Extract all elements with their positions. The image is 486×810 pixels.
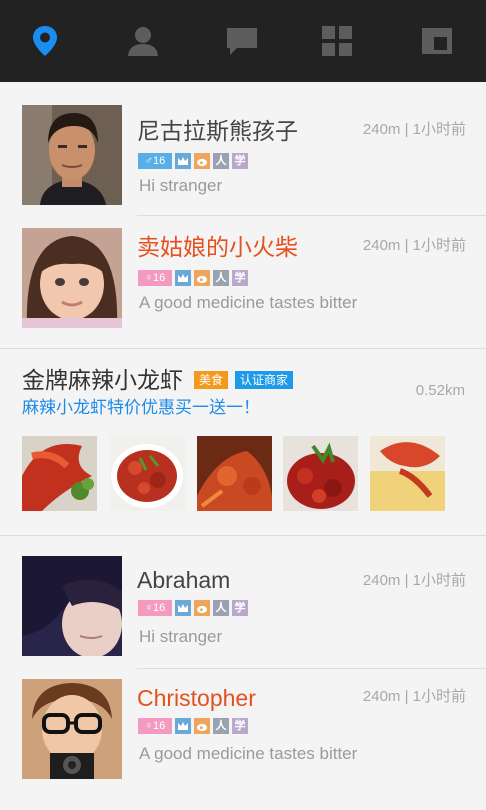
crown-icon — [175, 718, 191, 734]
person-name[interactable]: 卖姑娘的小火柴 — [137, 233, 298, 261]
person-name[interactable]: 尼古拉斯熊孩子 — [137, 117, 298, 145]
weibo-icon — [194, 270, 210, 286]
status-message: Hi stranger — [139, 627, 223, 646]
gender-age-badge: ♂16 — [138, 153, 172, 169]
location-pin-icon — [33, 26, 57, 56]
distance-time: 240m | 1小时前 — [362, 572, 466, 589]
grid-icon — [322, 26, 352, 56]
badge-row: ♀16 人 学 — [138, 600, 248, 616]
gender-age-badge: ♀16 — [138, 600, 172, 616]
tab-nearby[interactable] — [25, 22, 65, 60]
gender-age-badge: ♀16 — [138, 270, 172, 286]
person-name[interactable]: Christopher — [137, 684, 256, 712]
badge-row: ♀16 人 学 — [138, 718, 248, 734]
shop-photo[interactable] — [22, 436, 97, 511]
crown-icon — [175, 153, 191, 169]
nearby-feed: 尼古拉斯熊孩子 240m | 1小时前 ♂16 人 学 Hi stranger — [0, 82, 486, 810]
crown-icon — [175, 600, 191, 616]
gender-age-badge: ♀16 — [138, 718, 172, 734]
tab-more[interactable] — [417, 22, 457, 60]
person-badge: 人 — [213, 153, 229, 169]
person-badge: 人 — [213, 600, 229, 616]
shop-photo[interactable] — [283, 436, 358, 511]
divider — [0, 535, 486, 536]
avatar[interactable] — [22, 556, 122, 656]
badge-row: ♀16 人 学 — [138, 270, 248, 286]
divider — [137, 215, 486, 216]
tab-profile[interactable] — [123, 22, 163, 60]
shop-photo[interactable] — [370, 436, 445, 511]
person-name[interactable]: Abraham — [137, 566, 230, 594]
divider — [0, 348, 486, 349]
person-badge: 人 — [213, 718, 229, 734]
window-icon — [422, 28, 452, 54]
avatar[interactable] — [22, 105, 122, 205]
top-nav-bar — [0, 0, 486, 82]
shop-photo[interactable] — [197, 436, 272, 511]
food-tag: 美食 — [194, 371, 229, 389]
avatar[interactable] — [22, 228, 122, 328]
shop-photo[interactable] — [110, 436, 185, 511]
person-badge: 人 — [213, 270, 229, 286]
study-badge: 学 — [232, 718, 248, 734]
promo-text[interactable]: 麻辣小龙虾特价优惠买一送一！ — [22, 397, 260, 419]
tab-apps[interactable] — [317, 22, 357, 60]
distance-time: 240m | 1小时前 — [362, 121, 466, 138]
person-icon — [128, 27, 158, 56]
study-badge: 学 — [232, 600, 248, 616]
chat-bubble-icon — [227, 28, 257, 55]
study-badge: 学 — [232, 153, 248, 169]
weibo-icon — [194, 600, 210, 616]
study-badge: 学 — [232, 270, 248, 286]
weibo-icon — [194, 718, 210, 734]
divider — [137, 668, 486, 669]
status-message: A good medicine tastes bitter — [139, 744, 358, 763]
distance-time: 240m | 1小时前 — [362, 688, 466, 705]
shop-title[interactable]: 金牌麻辣小龙虾 — [22, 366, 183, 394]
badge-row: ♂16 人 学 — [138, 153, 248, 169]
shop-distance: 0.52km — [415, 382, 465, 399]
status-message: Hi stranger — [139, 176, 223, 195]
tab-messages[interactable] — [222, 22, 262, 60]
avatar[interactable] — [22, 679, 122, 779]
crown-icon — [175, 270, 191, 286]
distance-time: 240m | 1小时前 — [362, 237, 466, 254]
status-message: A good medicine tastes bitter — [139, 293, 358, 312]
weibo-icon — [194, 153, 210, 169]
certified-merchant-tag: 认证商家 — [235, 371, 294, 389]
